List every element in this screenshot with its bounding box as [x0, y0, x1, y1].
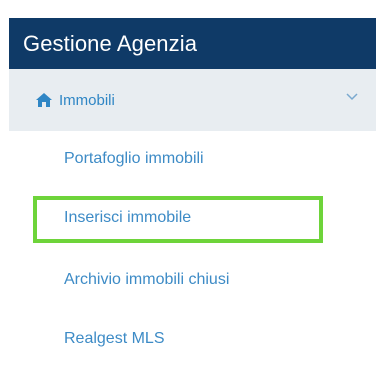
home-icon — [36, 93, 52, 107]
menu-item-portafoglio-immobili[interactable]: Portafoglio immobili — [64, 150, 204, 168]
chevron-down-icon[interactable] — [346, 93, 358, 101]
menu-item-realgest-mls[interactable]: Realgest MLS — [64, 330, 165, 348]
highlight-box — [33, 196, 323, 243]
header-title: Gestione Agenzia — [23, 30, 198, 56]
sidebar-header: Gestione Agenzia — [9, 18, 376, 69]
menu-item-archivio-immobili-chiusi[interactable]: Archivio immobili chiusi — [64, 271, 229, 289]
menu-section-immobili[interactable]: Immobili — [9, 69, 376, 131]
section-label: Immobili — [59, 91, 115, 109]
